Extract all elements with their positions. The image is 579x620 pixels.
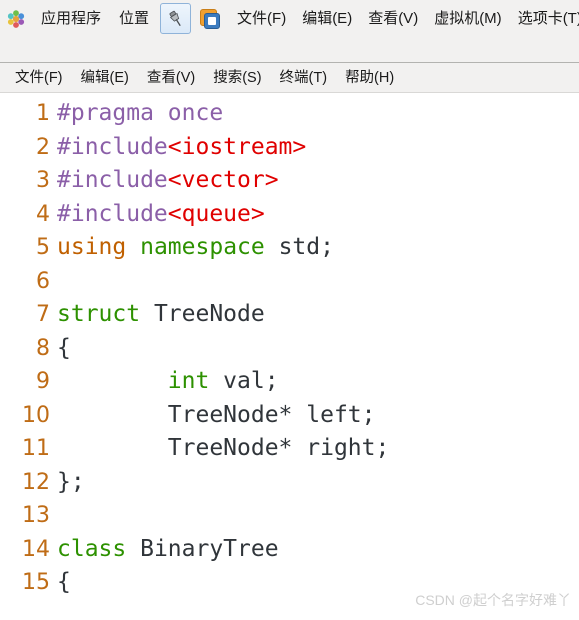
line-number: 12 [22, 469, 50, 495]
code-token: using [57, 234, 127, 260]
code-line-text: #pragma once [57, 97, 579, 131]
line-number: 10 [22, 402, 50, 428]
code-token: val; [209, 368, 279, 394]
code-line[interactable]: 4 #include<queue> [0, 198, 579, 232]
line-number: 1 [36, 101, 50, 126]
code-token: #include [57, 133, 168, 160]
code-editor[interactable]: 1 #pragma once 2 #include<iostream> 3 #includ… [0, 93, 579, 620]
code-line[interactable]: 6 [0, 265, 579, 299]
code-token: std; [264, 234, 334, 260]
vmware-menu-tabs[interactable]: 选项卡(T) [510, 0, 579, 37]
code-token: namespace [140, 234, 265, 260]
code-line[interactable]: 14 class BinaryTree [0, 533, 579, 567]
code-line-text: { [57, 332, 579, 366]
vmware-menu-view[interactable]: 查看(V) [360, 0, 426, 37]
code-token: <queue> [167, 200, 265, 227]
code-line-text: TreeNode* left; [57, 399, 579, 433]
code-token: class [57, 535, 127, 562]
panel-item-places[interactable]: 位置 [110, 0, 158, 37]
code-line-text: #include<vector> [57, 164, 579, 198]
terminal-menu-search[interactable]: 搜索(S) [204, 63, 270, 93]
line-number: 4 [36, 201, 50, 227]
line-number: 9 [36, 369, 50, 394]
line-number: 3 [36, 168, 50, 193]
code-line[interactable]: 2 #include<iostream> [0, 131, 579, 165]
code-line-text: { [57, 566, 579, 600]
line-number: 8 [36, 335, 50, 361]
code-token: { [57, 569, 71, 595]
code-token: TreeNode* left; [57, 401, 376, 428]
code-token: <vector> [167, 167, 279, 193]
line-number: 7 [36, 302, 50, 327]
code-token: { [57, 334, 71, 361]
code-line[interactable]: 11 TreeNode* right; [0, 432, 579, 466]
code-token: TreeNode* right; [57, 435, 390, 461]
code-lines-container: 1 #pragma once 2 #include<iostream> 3 #includ… [0, 97, 579, 600]
vmware-menu-file[interactable]: 文件(F) [229, 0, 294, 37]
terminal-menu-terminal[interactable]: 终端(T) [271, 63, 337, 93]
code-line-text: using namespace std; [57, 231, 579, 265]
line-number: 2 [36, 134, 50, 160]
line-number: 14 [22, 536, 50, 562]
code-line-text: int val; [57, 365, 579, 399]
terminal-menubar: 文件(F) 编辑(E) 查看(V) 搜索(S) 终端(T) 帮助(H) [0, 63, 579, 93]
terminal-menu-file[interactable]: 文件(F) [6, 63, 72, 93]
panel-separator [0, 37, 579, 63]
code-token: }; [57, 468, 85, 495]
code-token: int [167, 368, 210, 394]
terminal-menu-view[interactable]: 查看(V) [138, 63, 204, 93]
code-token: BinaryTree [126, 535, 279, 562]
code-line[interactable]: 13 [0, 499, 579, 533]
code-line-text: #include<iostream> [57, 131, 579, 165]
vmware-logo-icon [199, 8, 221, 30]
vmware-menu-edit[interactable]: 编辑(E) [294, 0, 360, 37]
line-number: 15 [22, 570, 50, 595]
code-line[interactable]: 10 TreeNode* left; [0, 399, 579, 433]
code-line[interactable]: 8{ [0, 332, 579, 366]
line-number: 5 [36, 235, 50, 260]
vmware-menu-vm[interactable]: 虚拟机(M) [426, 0, 510, 37]
code-line-text: class BinaryTree [57, 533, 579, 567]
code-line[interactable]: 7 struct TreeNode [0, 298, 579, 332]
code-line[interactable]: 1 #pragma once [0, 97, 579, 131]
code-line-text: }; [57, 466, 579, 500]
terminal-menu-help[interactable]: 帮助(H) [336, 63, 403, 93]
panel-item-applications[interactable]: 应用程序 [32, 0, 110, 37]
code-token: TreeNode [140, 301, 265, 327]
code-token: <iostream> [167, 133, 307, 160]
vmware-window-titlebar: 文件(F) 编辑(E) 查看(V) 虚拟机(M) 选项卡(T) [158, 0, 579, 37]
code-token: #include [57, 200, 168, 227]
line-number: 11 [22, 436, 50, 461]
code-line-text: #include<queue> [57, 198, 579, 232]
terminal-menu-edit[interactable]: 编辑(E) [72, 63, 138, 93]
code-line[interactable]: 5 using namespace std; [0, 231, 579, 265]
code-line[interactable]: 3 #include<vector> [0, 164, 579, 198]
code-line[interactable]: 9 int val; [0, 365, 579, 399]
top-panel-row: 应用程序 位置 文件(F) 编辑(E) 查看(V) 虚拟机(M) 选项卡(T) [0, 0, 579, 37]
code-token: #pragma once [57, 100, 224, 126]
code-line-text: TreeNode* right; [57, 432, 579, 466]
line-number: 6 [36, 268, 50, 294]
gnome-desktop-panel: 应用程序 位置 [0, 0, 158, 37]
gnome-foot-icon [6, 9, 26, 29]
code-line[interactable]: 15 { [0, 566, 579, 600]
code-token: struct [57, 301, 141, 327]
line-number: 13 [22, 503, 50, 528]
code-line-text: struct TreeNode [57, 298, 579, 332]
code-token: #include [57, 167, 168, 193]
code-line[interactable]: 12}; [0, 466, 579, 500]
pin-icon[interactable] [160, 3, 192, 34]
